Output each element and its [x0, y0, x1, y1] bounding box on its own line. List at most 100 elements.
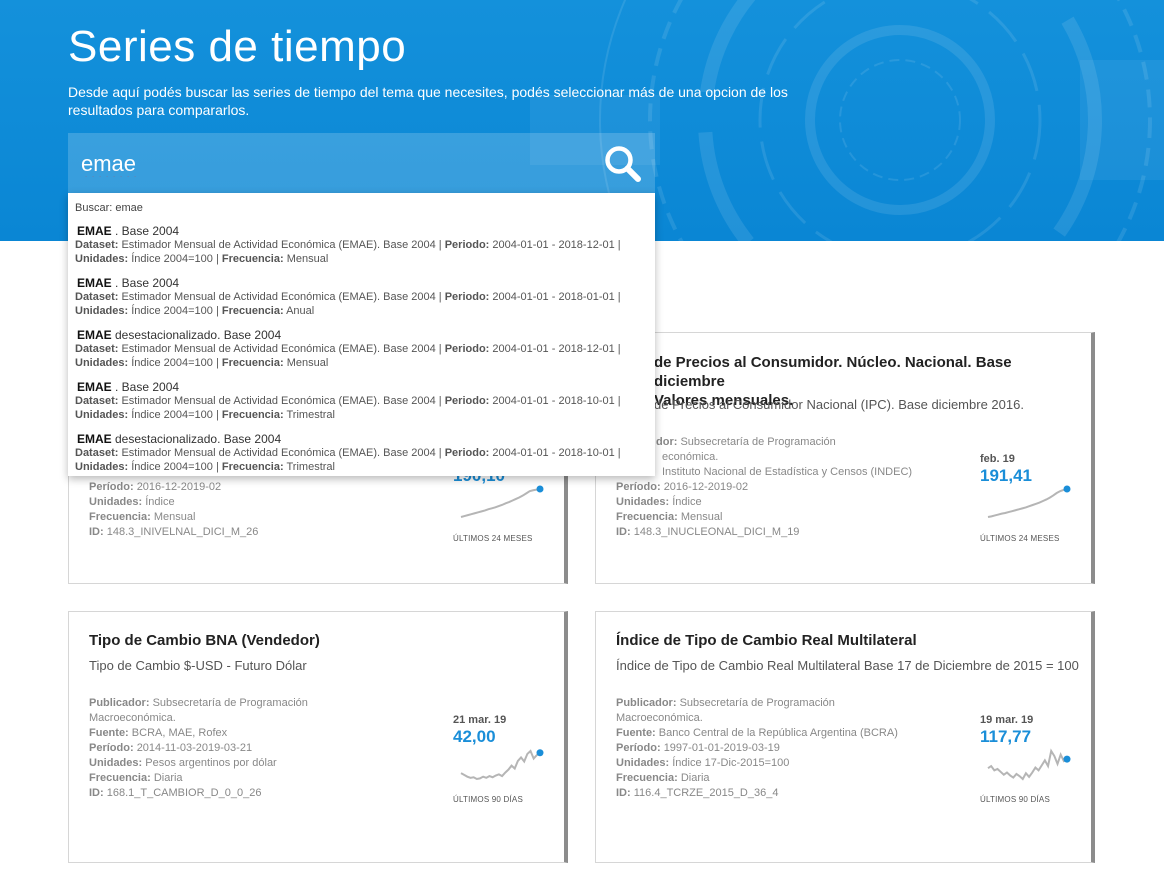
sparkline-chart: [460, 749, 544, 781]
sparkline-line: [987, 488, 1068, 518]
meta-label-id: ID:: [89, 787, 104, 799]
suggestion-dataset-line: Dataset: Estimador Mensual de Actividad …: [75, 291, 621, 303]
card-publicador: Subsecretaría de Programación: [152, 697, 308, 709]
sparkline-line: [987, 748, 1068, 781]
card-fuente: BCRA, MAE, Rofex: [131, 727, 228, 739]
meta-label-publicador: dor:: [656, 436, 678, 448]
meta-label-id: ID:: [616, 787, 631, 799]
card-subtitle: Índice de Tipo de Cambio Real Multilater…: [616, 658, 1079, 673]
search-suggestions-dropdown: Buscar: emae EMAE . Base 2004 Dataset: E…: [68, 193, 655, 476]
card-subtitle: de Precios al Consumidor Nacional (IPC).…: [654, 397, 1024, 412]
suggestion-title: EMAE desestacionalizado. Base 2004: [77, 432, 282, 446]
suggestion-dataset-line: Dataset: Estimador Mensual de Actividad …: [75, 343, 621, 355]
card-periodo: 2016-12-2019-02: [663, 481, 749, 493]
meta-label-unidades: Unidades:: [89, 757, 143, 769]
suggestion-title: EMAE . Base 2004: [77, 224, 180, 238]
spark-date: 19 mar. 19: [980, 714, 1034, 726]
sparkline-last-point: [1063, 485, 1071, 493]
meta-label-frecuencia: Frecuencia:: [616, 511, 678, 523]
spark-caption: ÚLTIMOS 24 MESES: [980, 534, 1060, 543]
card-id: 148.3_INIVELNAL_DICI_M_26: [106, 526, 259, 538]
meta-label-frecuencia: Frecuencia:: [89, 511, 151, 523]
sparkline-last-point: [536, 485, 544, 493]
card-publicador-cont: económica.: [662, 451, 719, 463]
suggestion-title: EMAE desestacionalizado. Base 2004: [77, 328, 282, 342]
sparkline-chart: [987, 485, 1071, 518]
suggestion-item[interactable]: EMAE . Base 2004 Dataset: Estimador Mens…: [68, 224, 655, 274]
dropdown-search-line[interactable]: Buscar: emae: [75, 202, 143, 214]
suggestion-item[interactable]: EMAE desestacionalizado. Base 2004 Datas…: [68, 432, 655, 476]
suggestion-dataset-line: Dataset: Estimador Mensual de Actividad …: [75, 239, 621, 251]
spark-value: 42,00: [453, 727, 496, 746]
spark-caption: ÚLTIMOS 90 DÍAS: [980, 795, 1050, 804]
suggestion-item[interactable]: EMAE . Base 2004 Dataset: Estimador Mens…: [68, 276, 655, 326]
meta-label-unidades: Unidades:: [616, 496, 670, 508]
meta-label-id: ID:: [616, 526, 631, 538]
meta-label-fuente: Fuente:: [616, 727, 656, 739]
series-card-3[interactable]: Tipo de Cambio BNA (Vendedor) Tipo de Ca…: [68, 611, 568, 863]
card-frecuencia: Mensual: [153, 511, 196, 523]
card-frecuencia: Diaria: [680, 772, 710, 784]
sparkline-line: [460, 749, 541, 781]
card-periodo: 2014-11-03-2019-03-21: [136, 742, 253, 754]
spark-date: 21 mar. 19: [453, 714, 507, 726]
card-frecuencia: Diaria: [153, 772, 183, 784]
spark-date: feb. 19: [980, 453, 1015, 465]
card-id: 168.1_T_CAMBIOR_D_0_0_26: [106, 787, 262, 799]
card-publicador-cont: Macroeconómica.: [616, 712, 703, 724]
meta-label-periodo: Período:: [89, 742, 134, 754]
sparkline-line: [460, 488, 541, 518]
card-title: Tipo de Cambio BNA (Vendedor): [89, 632, 320, 649]
meta-label-unidades: Unidades:: [616, 757, 670, 769]
sparkline-last-point: [536, 749, 544, 757]
spark-caption: ÚLTIMOS 90 DÍAS: [453, 795, 523, 804]
page-description: Desde aquí podés buscar las series de ti…: [68, 84, 788, 118]
meta-label-periodo: Período:: [616, 481, 661, 493]
search-input[interactable]: [81, 149, 581, 179]
card-publicador-cont: Macroeconómica.: [89, 712, 176, 724]
suggestion-units-line: Unidades: Índice 2004=100 | Frecuencia: …: [75, 409, 335, 421]
spark-caption: ÚLTIMOS 24 MESES: [453, 534, 533, 543]
search-bar: [68, 133, 655, 193]
suggestion-units-line: Unidades: Índice 2004=100 | Frecuencia: …: [75, 305, 315, 317]
suggestion-units-line: Unidades: Índice 2004=100 | Frecuencia: …: [75, 253, 329, 265]
meta-label-periodo: Período:: [616, 742, 661, 754]
meta-label-unidades: Unidades:: [89, 496, 143, 508]
card-meta: dor: Subsecretaría de Programación econó…: [616, 435, 912, 540]
card-unidades: Índice: [145, 496, 175, 508]
card-unidades: Pesos argentinos por dólar: [145, 757, 277, 769]
suggestion-units-line: Unidades: Índice 2004=100 | Frecuencia: …: [75, 461, 335, 473]
suggestion-title: EMAE . Base 2004: [77, 380, 180, 394]
meta-label-frecuencia: Frecuencia:: [616, 772, 678, 784]
card-id: 116.4_TCRZE_2015_D_36_4: [633, 787, 779, 799]
meta-label-id: ID:: [89, 526, 104, 538]
card-fuente: Banco Central de la República Argentina …: [658, 727, 898, 739]
series-card-2[interactable]: de Precios al Consumidor. Núcleo. Nacion…: [595, 332, 1095, 584]
page-title: Series de tiempo: [68, 22, 407, 71]
meta-label-periodo: Período:: [89, 481, 134, 493]
card-fuente: Instituto Nacional de Estadística y Cens…: [662, 466, 913, 478]
sparkline-chart: [460, 485, 544, 518]
sparkline-chart: [987, 748, 1071, 781]
sparkline-last-point: [1063, 755, 1071, 763]
card-publicador: Subsecretaría de Programación: [680, 436, 836, 448]
meta-label-publicador: Publicador:: [89, 697, 150, 709]
card-title: Índice de Tipo de Cambio Real Multilater…: [616, 632, 917, 649]
suggestion-dataset-line: Dataset: Estimador Mensual de Actividad …: [75, 395, 621, 407]
meta-label-frecuencia: Frecuencia:: [89, 772, 151, 784]
card-subtitle: Tipo de Cambio $-USD - Futuro Dólar: [89, 658, 307, 673]
card-periodo: 1997-01-01-2019-03-19: [663, 742, 780, 754]
suggestion-item[interactable]: EMAE desestacionalizado. Base 2004 Datas…: [68, 328, 655, 378]
card-frecuencia: Mensual: [680, 511, 723, 523]
card-id: 148.3_INUCLEONAL_DICI_M_19: [633, 526, 800, 538]
suggestion-item[interactable]: EMAE . Base 2004 Dataset: Estimador Mens…: [68, 380, 655, 430]
series-card-4[interactable]: Índice de Tipo de Cambio Real Multilater…: [595, 611, 1095, 863]
meta-label-publicador: Publicador:: [616, 697, 677, 709]
card-unidades: Índice: [672, 496, 702, 508]
card-meta: Período: 2016-12-2019-02 Unidades: Índic…: [89, 480, 258, 540]
card-meta: Publicador: Subsecretaría de Programació…: [616, 696, 898, 801]
suggestion-dataset-line: Dataset: Estimador Mensual de Actividad …: [75, 447, 621, 459]
suggestion-units-line: Unidades: Índice 2004=100 | Frecuencia: …: [75, 357, 329, 369]
meta-label-fuente: Fuente:: [89, 727, 129, 739]
search-icon[interactable]: [603, 144, 643, 184]
